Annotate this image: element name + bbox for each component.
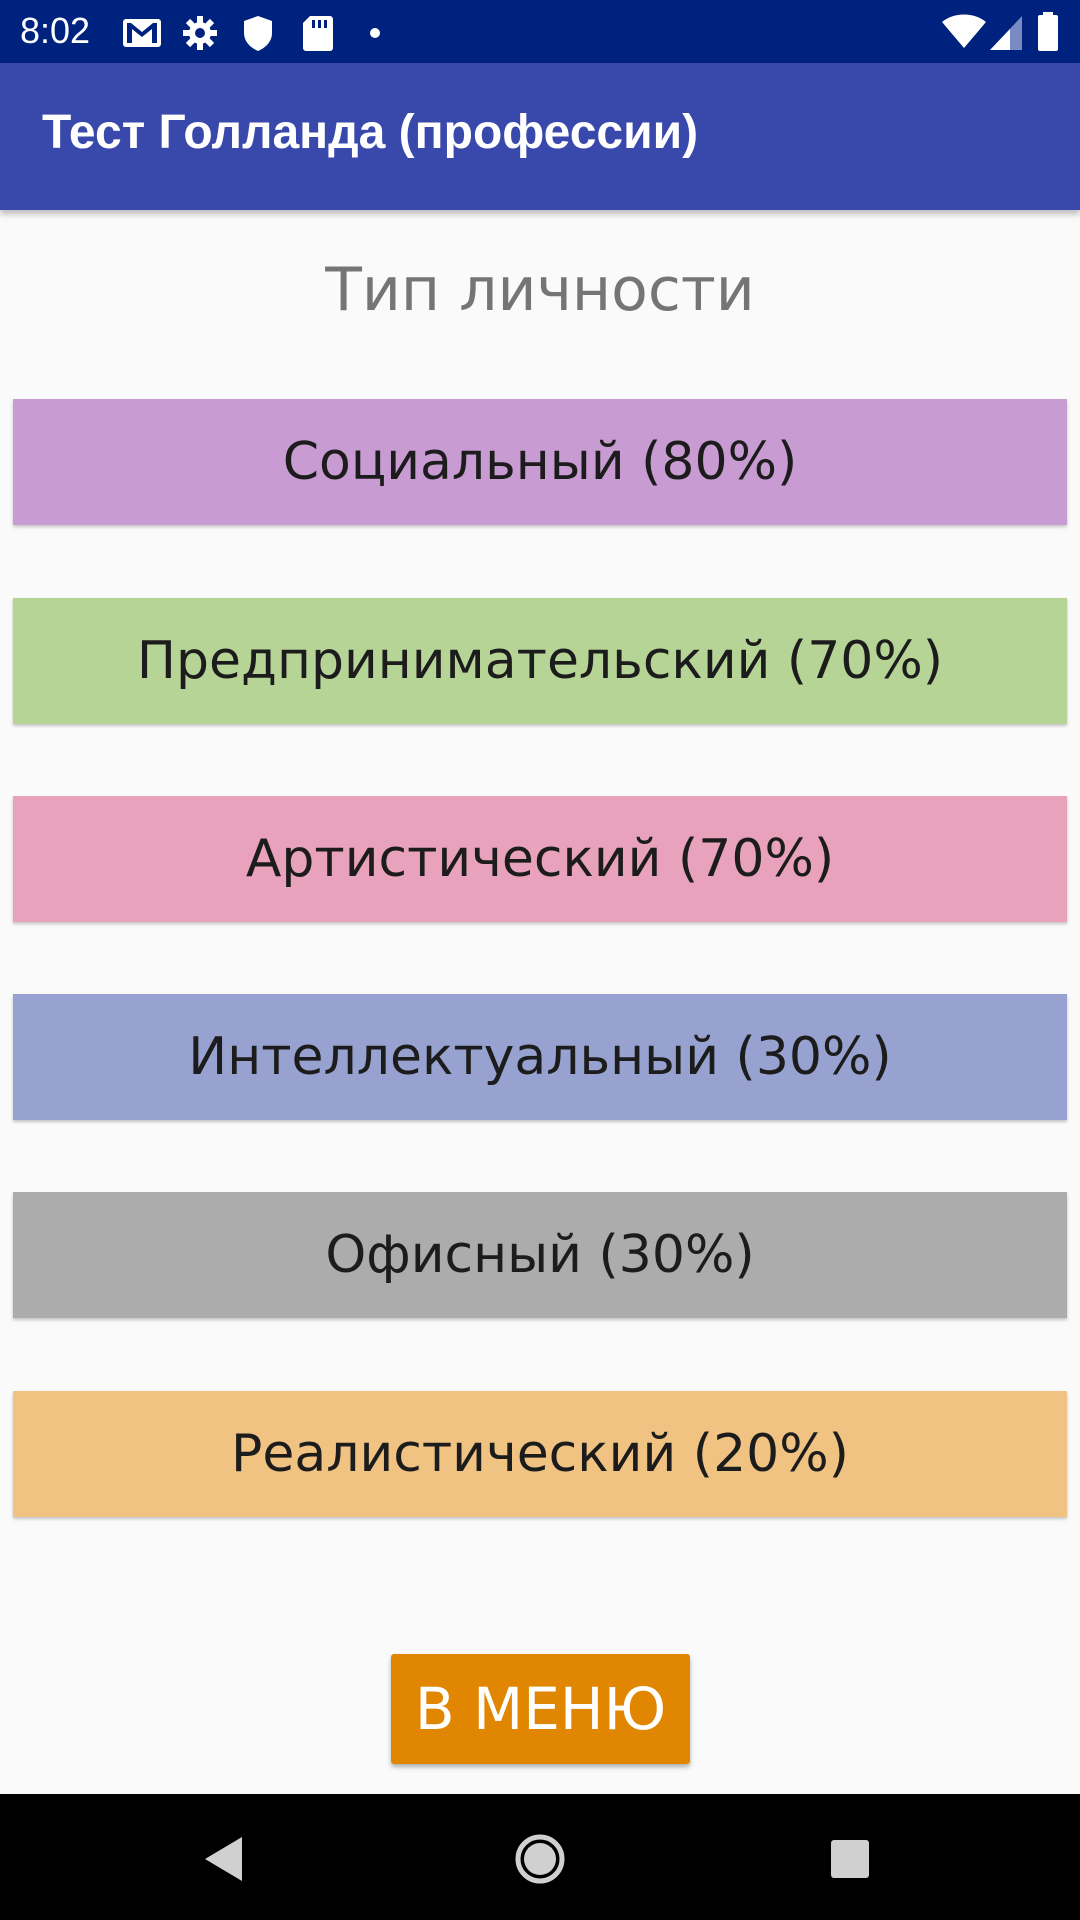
gmail-icon	[123, 19, 161, 47]
shield-icon	[244, 16, 272, 51]
result-realistic: Реалистический (20%)	[13, 1391, 1067, 1517]
notification-dot-icon	[370, 28, 380, 38]
home-icon[interactable]	[505, 1824, 575, 1894]
section-title: Тип личности	[325, 255, 755, 325]
wifi-icon	[942, 14, 986, 48]
settings-gear-icon	[183, 16, 217, 50]
result-artistic: Артистический (70%)	[13, 796, 1067, 922]
app-bar: Тест Голланда (профессии)	[0, 63, 1080, 210]
app-title: Тест Голланда (профессии)	[42, 106, 699, 159]
navigation-bar	[0, 1794, 1080, 1920]
status-time: 8:02	[20, 10, 91, 51]
result-conventional: Офисный (30%)	[13, 1192, 1067, 1318]
battery-icon	[1038, 12, 1058, 51]
result-intellectual: Интеллектуальный (30%)	[13, 994, 1067, 1120]
status-bar: 8:02	[0, 0, 1080, 63]
result-social: Социальный (80%)	[13, 399, 1067, 525]
cellular-signal-icon	[990, 16, 1022, 50]
recents-icon[interactable]	[815, 1824, 885, 1894]
sd-card-icon	[303, 16, 333, 51]
result-enterprising: Предпринимательский (70%)	[13, 598, 1067, 724]
menu-button[interactable]: В МЕНЮ	[391, 1654, 690, 1764]
back-icon[interactable]	[190, 1824, 260, 1894]
